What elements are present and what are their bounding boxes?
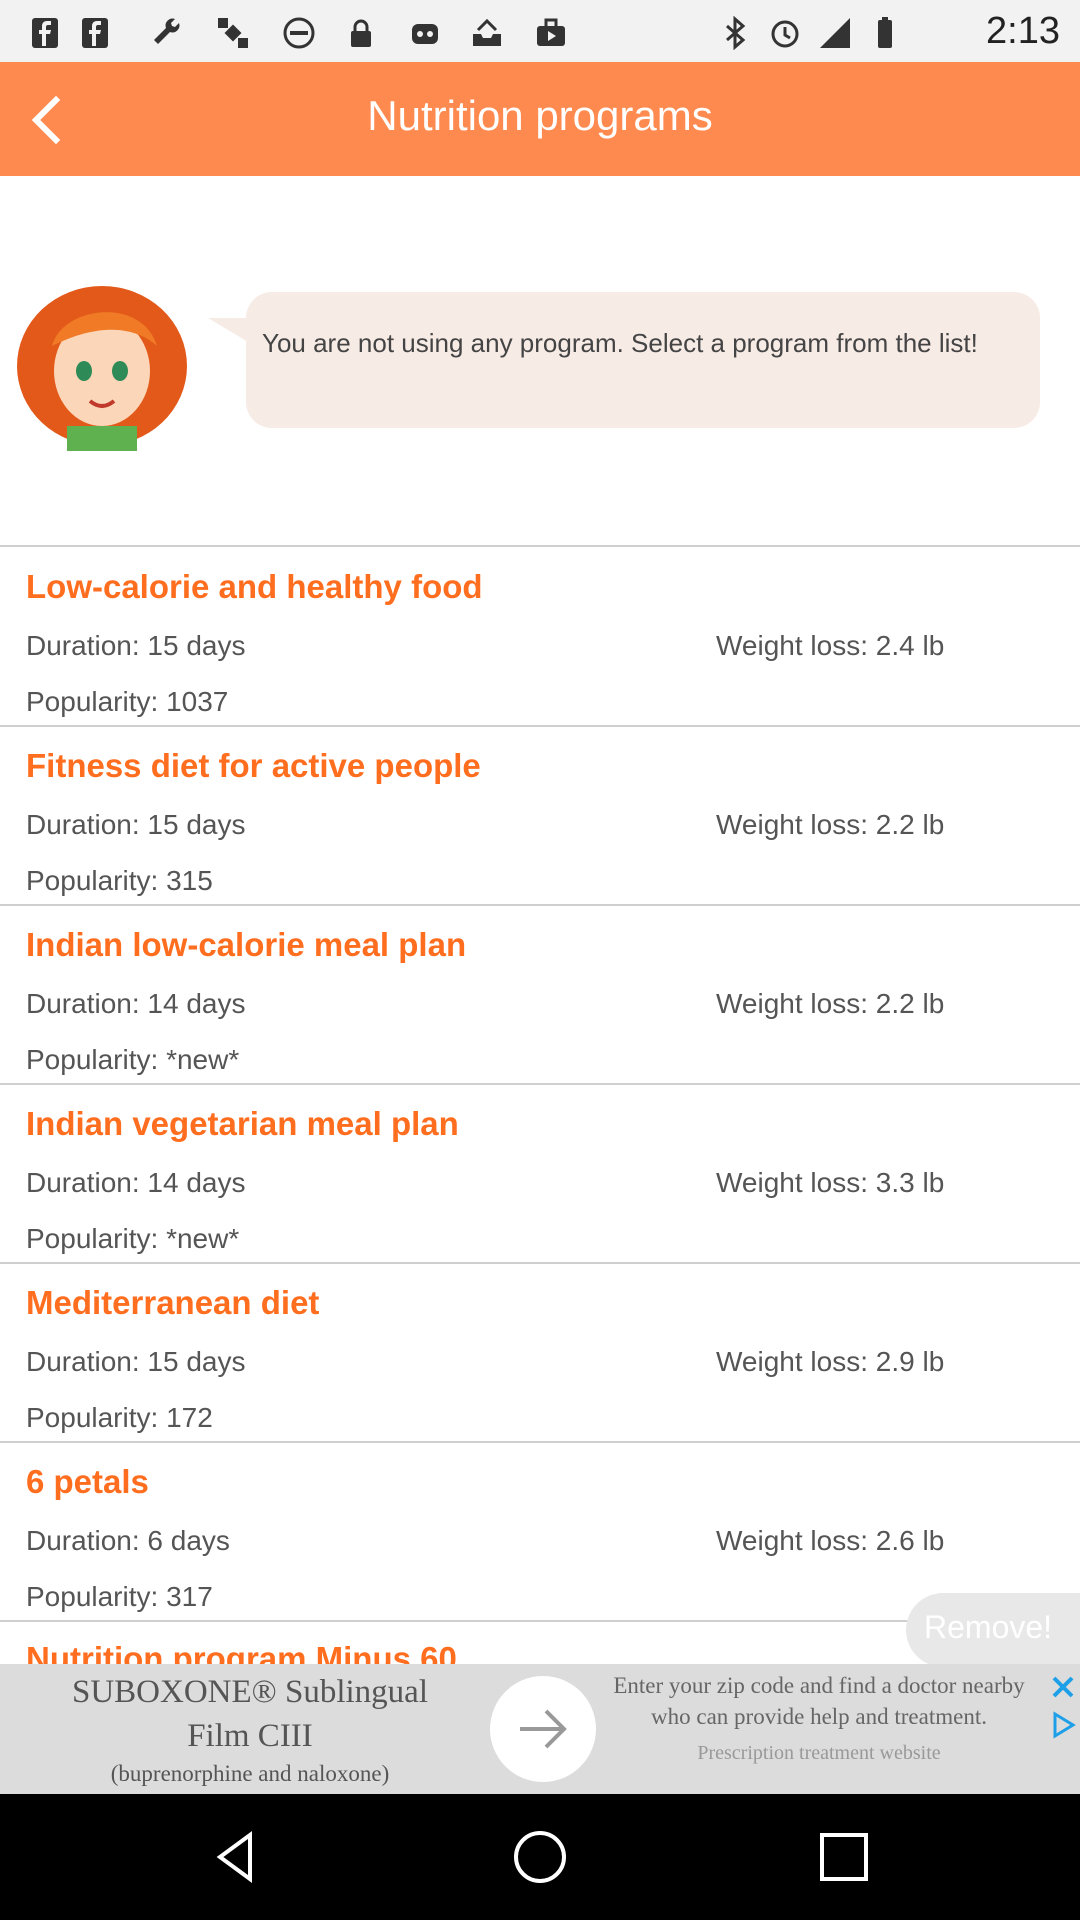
program-duration: Duration: 15 days — [26, 809, 246, 840]
ad-close-button[interactable] — [1048, 1672, 1078, 1702]
ad-headline: SUBOXONE® Sublingual — [71, 1674, 428, 1710]
circle-home-icon — [514, 1831, 566, 1883]
program-weight-loss: Weight loss: 2.2 lb — [716, 809, 945, 840]
program-weight-loss: Weight loss: 3.3 lb — [716, 1167, 945, 1198]
speech-bubble: You are not using any program. Select a … — [208, 292, 1040, 428]
program-popularity: Popularity: 317 — [26, 1581, 213, 1612]
ad-arrow-button[interactable] — [490, 1676, 596, 1782]
alarm-icon — [768, 16, 802, 50]
facebook-icon — [28, 16, 62, 50]
close-icon — [1052, 1676, 1074, 1698]
program-name: 6 petals — [26, 1463, 149, 1500]
list-item[interactable]: Mediterranean diet Duration: 15 days Wei… — [0, 1264, 1080, 1443]
ad-right-text: Enter your zip code and find a doctor ne… — [604, 1670, 1034, 1769]
nav-recents-button[interactable] — [814, 1827, 874, 1887]
remove-button-label: Remove! — [924, 1609, 1053, 1645]
nav-home-button[interactable] — [510, 1827, 570, 1887]
list-item[interactable]: 6 petals Duration: 6 days Weight loss: 2… — [0, 1443, 1080, 1622]
triangle-back-icon — [216, 1831, 252, 1883]
ad-subline: (buprenorphine and naloxone) — [110, 1761, 390, 1786]
hero-section: You are not using any program. Select a … — [0, 176, 1080, 546]
divider — [0, 545, 1080, 547]
bag-icon — [534, 16, 568, 50]
program-popularity: Popularity: 315 — [26, 865, 213, 896]
satellite-icon — [216, 16, 250, 50]
program-weight-loss: Weight loss: 2.9 lb — [716, 1346, 945, 1377]
program-duration: Duration: 6 days — [26, 1525, 230, 1556]
system-nav-bar — [0, 1794, 1080, 1920]
program-duration: Duration: 14 days — [26, 1167, 246, 1198]
do-not-disturb-icon — [282, 16, 316, 50]
hero-message: You are not using any program. Select a … — [262, 328, 978, 358]
program-name: Indian vegetarian meal plan — [26, 1105, 459, 1142]
program-popularity: Popularity: *new* — [26, 1044, 240, 1075]
ad-caption: Prescription treatment website — [697, 1742, 941, 1764]
nav-back-button[interactable] — [206, 1827, 266, 1887]
facebook-icon — [78, 16, 112, 50]
inbox-icon — [470, 16, 504, 50]
program-weight-loss: Weight loss: 2.6 lb — [716, 1525, 945, 1556]
program-popularity: Popularity: 172 — [26, 1402, 213, 1433]
lock-icon — [344, 16, 378, 50]
list-item[interactable]: Fitness diet for active people Duration:… — [0, 727, 1080, 906]
arrow-right-icon — [520, 1709, 567, 1749]
avatar — [12, 276, 192, 451]
program-name: Mediterranean diet — [26, 1284, 320, 1321]
clock: 2:13 — [986, 10, 1060, 52]
program-name: Low-calorie and healthy food — [26, 568, 483, 605]
program-weight-loss: Weight loss: 2.2 lb — [716, 988, 945, 1019]
list-item[interactable]: Indian low-calorie meal plan Duration: 1… — [0, 906, 1080, 1085]
program-weight-loss: Weight loss: 2.4 lb — [716, 630, 945, 661]
program-duration: Duration: 14 days — [26, 988, 246, 1019]
square-recents-icon — [820, 1833, 868, 1881]
program-popularity: Popularity: 1037 — [26, 686, 229, 717]
program-duration: Duration: 15 days — [26, 630, 246, 661]
ad-banner[interactable]: SUBOXONE® Sublingual Film CIII (buprenor… — [0, 1664, 1080, 1794]
remove-button[interactable]: Remove! — [906, 1593, 1080, 1667]
program-duration: Duration: 15 days — [26, 1346, 246, 1377]
avatar-illustration — [17, 286, 187, 451]
signal-icon — [818, 16, 852, 50]
list-item[interactable]: Indian vegetarian meal plan Duration: 14… — [0, 1085, 1080, 1264]
ad-left-text: SUBOXONE® Sublingual Film CIII (buprenor… — [0, 1670, 500, 1790]
program-name: Fitness diet for active people — [26, 747, 481, 784]
status-bar: 2:13 — [0, 0, 1080, 62]
app-bar: Nutrition programs — [0, 62, 1080, 176]
ad-body: Enter your zip code and find a doctor ne… — [613, 1673, 1025, 1729]
bluetooth-icon — [718, 15, 752, 51]
robot-icon — [408, 16, 442, 50]
battery-icon — [868, 16, 902, 50]
ad-choices-button[interactable] — [1048, 1710, 1078, 1740]
ad-headline-2: Film CIII — [187, 1718, 313, 1754]
program-popularity: Popularity: *new* — [26, 1223, 240, 1254]
wrench-icon — [152, 16, 186, 50]
ad-choices-icon — [1053, 1711, 1076, 1739]
list-item[interactable]: Low-calorie and healthy food Duration: 1… — [0, 548, 1080, 727]
program-name: Indian low-calorie meal plan — [26, 926, 467, 963]
page-title: Nutrition programs — [367, 92, 713, 139]
